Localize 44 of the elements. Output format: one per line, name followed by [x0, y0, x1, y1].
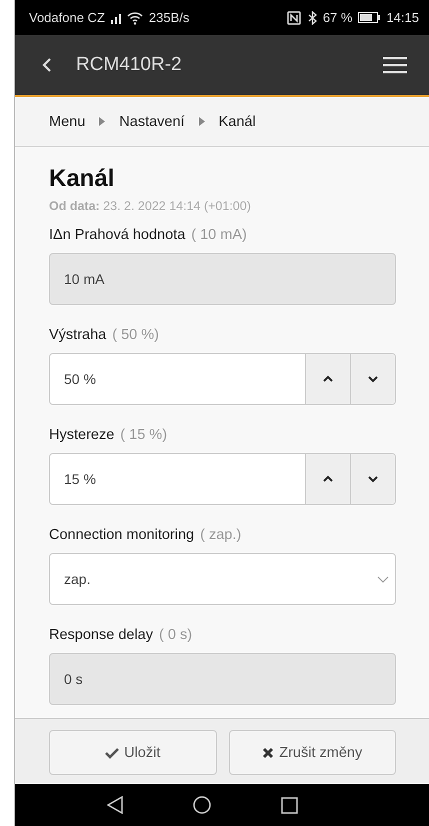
- back-icon[interactable]: [106, 796, 122, 814]
- carrier-name: Vodafone CZ: [29, 10, 105, 25]
- bluetooth-icon: [306, 10, 317, 24]
- home-icon[interactable]: [192, 796, 210, 814]
- nfc-icon: [286, 10, 301, 24]
- back-icon[interactable]: [42, 58, 52, 72]
- breadcrumb-link[interactable]: Nastavení: [119, 114, 185, 130]
- save-button[interactable]: Uložit: [49, 730, 216, 775]
- chevron-up-icon: [323, 475, 333, 483]
- chevron-up-icon: [323, 375, 333, 383]
- app-title: RCM410R-2: [76, 54, 183, 76]
- caret-icon: [198, 117, 205, 126]
- select-dropdown[interactable]: zap.: [49, 553, 396, 605]
- check-icon: [105, 746, 120, 758]
- field-hint: ( 10 mA): [191, 227, 247, 243]
- close-icon: [262, 746, 274, 758]
- field-value: 10 mA: [63, 271, 106, 287]
- field-label: Response delay: [49, 627, 153, 643]
- battery-percent: 67 %: [322, 10, 352, 25]
- date-info: Od data: 23. 2. 2022 14:14 (+01:00): [49, 199, 252, 213]
- signal-icon: [110, 12, 121, 24]
- field-hint: ( 50 %): [112, 327, 159, 343]
- field-value: 0 s: [63, 671, 84, 687]
- cancel-button[interactable]: Zrušit změny: [228, 730, 396, 775]
- recent-apps-icon[interactable]: [280, 796, 298, 814]
- menu-icon[interactable]: [383, 56, 407, 74]
- field-label: Výstraha: [49, 327, 106, 343]
- breadcrumb-link[interactable]: Menu: [49, 114, 86, 130]
- field-label: IΔn Prahová hodnota: [49, 227, 186, 243]
- wifi-icon: [126, 10, 143, 24]
- battery-icon: [358, 12, 380, 23]
- field-hint: ( zap.): [200, 527, 242, 543]
- chevron-down-icon: [377, 576, 389, 582]
- field-label: Hystereze: [49, 427, 114, 443]
- data-speed: 235B/s: [148, 10, 190, 25]
- chevron-down-icon: [368, 475, 378, 483]
- field-label: Connection monitoring: [49, 527, 194, 543]
- breadcrumb-link[interactable]: Kanál: [218, 114, 256, 130]
- clock-time: 14:15: [386, 10, 419, 25]
- chevron-down-icon: [368, 375, 378, 383]
- caret-icon: [99, 117, 106, 126]
- field-hint: ( 15 %): [120, 427, 168, 443]
- field-hint: ( 0 s): [159, 627, 192, 643]
- page-title: Kanál: [49, 165, 116, 193]
